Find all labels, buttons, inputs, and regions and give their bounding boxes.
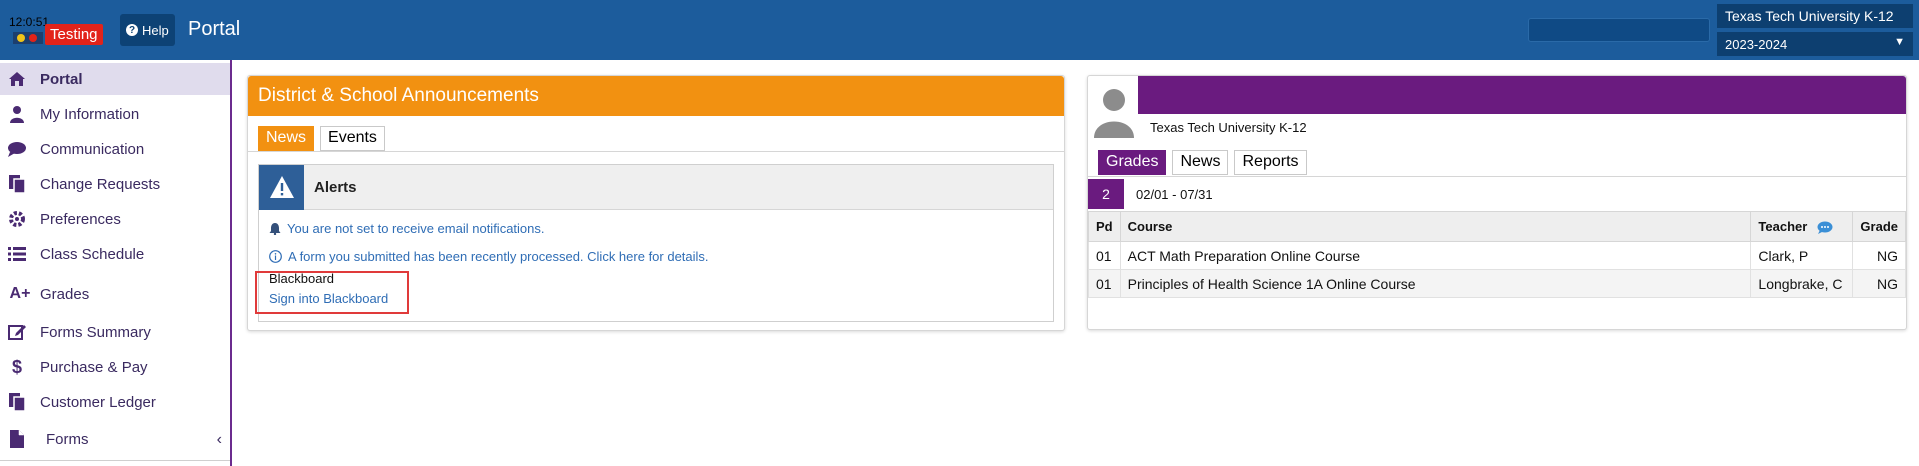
row-teacher-link[interactable]: Clark, P — [1750, 241, 1854, 270]
sidebar-item-class-schedule[interactable]: Class Schedule — [0, 238, 230, 270]
student-tabs-divider — [1088, 176, 1906, 177]
tab-news[interactable]: News — [1172, 150, 1229, 175]
chat-icon — [7, 139, 27, 159]
column-header-course: Course — [1119, 211, 1752, 242]
tab-news[interactable]: News — [258, 126, 315, 151]
school-select[interactable]: Texas Tech University K-12 — [1717, 4, 1913, 28]
question-icon: ? — [126, 24, 138, 36]
sidebar-item-forms-summary[interactable]: Forms Summary — [0, 316, 230, 348]
row-grade: NG — [1852, 269, 1906, 298]
top-bar: 12:0:51 Testing ? Help Portal Texas Tech… — [0, 0, 1919, 60]
sidebar-item-communication[interactable]: Communication — [0, 133, 230, 165]
term-row: 2 02/01 - 07/31 — [1088, 179, 1906, 209]
announcements-tabs: News Events — [258, 126, 385, 151]
term-number[interactable]: 2 — [1088, 179, 1124, 209]
gear-icon — [7, 209, 27, 229]
tab-events[interactable]: Events — [320, 126, 385, 151]
documents-icon — [7, 174, 27, 194]
sidebar-item-customer-ledger[interactable]: Customer Ledger — [0, 386, 230, 418]
bell-icon — [269, 223, 281, 235]
table-row[interactable]: 01 Principles of Health Science 1A Onlin… — [1088, 269, 1906, 298]
sidebar-item-preferences[interactable]: Preferences — [0, 203, 230, 235]
logo-mark-icon — [13, 32, 43, 44]
search-input[interactable] — [1528, 18, 1710, 42]
info-icon — [269, 250, 282, 263]
table-header-row: Pd Course Teacher Grade — [1088, 211, 1906, 242]
tabs-divider — [248, 151, 1064, 152]
sidebar-divider — [0, 460, 230, 461]
dollar-icon: $ — [11, 356, 22, 377]
alert-email-notifications[interactable]: You are not set to receive email notific… — [269, 221, 545, 236]
sidebar-item-forms[interactable]: Forms ‹ — [0, 423, 230, 455]
student-tabs: Grades News Reports — [1098, 150, 1307, 175]
grades-table: Pd Course Teacher Grade 01 ACT Math Prep… — [1088, 211, 1906, 298]
file-icon — [7, 429, 27, 449]
year-value: 2023-2024 — [1725, 37, 1788, 52]
tab-reports[interactable]: Reports — [1234, 150, 1307, 175]
alerts-title: Alerts — [314, 178, 357, 196]
alerts-header: Alerts — [259, 164, 1053, 210]
term-dates: 02/01 - 07/31 — [1136, 186, 1213, 202]
caret-down-icon: ▼ — [1894, 36, 1905, 48]
clock-text: 12:0:51 — [9, 15, 50, 29]
column-header-pd: Pd — [1088, 211, 1121, 242]
row-pd: 01 — [1088, 269, 1121, 298]
logo[interactable]: 12:0:51 Testing — [5, 12, 103, 48]
comment-icon[interactable] — [1817, 221, 1833, 235]
alert-form-processed[interactable]: A form you submitted has been recently p… — [269, 249, 709, 264]
help-label: Help — [142, 22, 169, 38]
announcements-title: District & School Announcements — [248, 76, 1064, 116]
sidebar-item-grades[interactable]: A+ Grades — [0, 278, 230, 310]
tab-grades[interactable]: Grades — [1098, 150, 1167, 175]
student-panel: Texas Tech University K-12 Grades News R… — [1087, 75, 1907, 330]
sidebar-item-portal[interactable]: Portal — [0, 63, 230, 95]
row-course: Principles of Health Science 1A Online C… — [1119, 269, 1752, 298]
help-button[interactable]: ? Help — [120, 14, 175, 46]
column-header-grade: Grade — [1852, 211, 1906, 242]
app-title: Portal — [188, 18, 241, 40]
row-teacher-link[interactable]: Longbrake, C — [1750, 269, 1854, 298]
warning-icon — [259, 164, 304, 210]
row-grade: NG — [1852, 241, 1906, 270]
sidebar-item-purchase-pay[interactable]: $ Purchase & Pay — [0, 351, 230, 383]
list-icon — [7, 244, 27, 264]
row-course: ACT Math Preparation Online Course — [1119, 241, 1752, 270]
row-pd: 01 — [1088, 241, 1121, 270]
user-icon — [7, 104, 27, 124]
year-select[interactable]: 2023-2024 ▼ — [1717, 32, 1913, 56]
a-plus-icon: A+ — [9, 285, 31, 302]
student-school: Texas Tech University K-12 — [1150, 120, 1307, 135]
column-header-teacher: Teacher — [1750, 211, 1854, 242]
sidebar-item-my-information[interactable]: My Information — [0, 98, 230, 130]
blackboard-highlight-box — [255, 271, 409, 314]
sidebar: Portal My Information Communication Chan… — [0, 60, 232, 466]
avatar-icon[interactable] — [1092, 84, 1136, 138]
environment-badge: Testing — [45, 24, 103, 45]
home-icon — [7, 69, 27, 89]
student-header-bar — [1138, 76, 1906, 114]
sidebar-item-change-requests[interactable]: Change Requests — [0, 168, 230, 200]
edit-icon — [7, 322, 27, 342]
table-row[interactable]: 01 ACT Math Preparation Online Course Cl… — [1088, 241, 1906, 270]
chevron-left-icon[interactable]: ‹ — [217, 431, 222, 449]
ledger-icon — [7, 392, 27, 412]
